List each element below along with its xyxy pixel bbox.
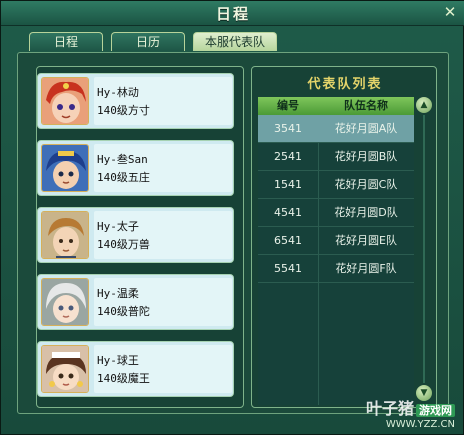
schedule-window: 日程 ✕ 日程 日历 本服代表队 Hy-林动 140级方寸 Hy-叁San 14… — [0, 0, 464, 435]
content-panel: Hy-林动 140级方寸 Hy-叁San 140级五庄 Hy-太子 140级万兽… — [17, 52, 449, 414]
member-avatar — [41, 278, 89, 326]
window-title: 日程 — [215, 5, 250, 23]
team-id: 2541 — [274, 150, 302, 163]
member-avatar — [41, 211, 89, 259]
team-list-header: 编号 队伍名称 — [258, 97, 414, 115]
member-avatar — [41, 77, 89, 125]
team-id: 6541 — [274, 234, 302, 247]
team-name: 花好月圆C队 — [334, 178, 398, 191]
title-bar: 日程 ✕ — [1, 1, 464, 26]
tab-schedule[interactable]: 日程 — [29, 32, 103, 51]
member-level: 140级普陀 — [97, 305, 150, 318]
member-level: 140级五庄 — [97, 171, 150, 184]
member-name: Hy-林动 — [97, 86, 139, 99]
column-header-name[interactable]: 队伍名称 — [318, 97, 414, 115]
close-icon[interactable]: ✕ — [442, 4, 458, 20]
column-header-id[interactable]: 编号 — [258, 97, 318, 115]
member-card[interactable]: Hy-球王 140级魔王 — [37, 341, 234, 397]
member-avatar — [41, 144, 89, 192]
member-level: 140级方寸 — [97, 104, 150, 117]
team-name: 花好月圆B队 — [334, 150, 398, 163]
tab-server-team[interactable]: 本服代表队 — [193, 32, 277, 51]
table-row[interactable]: 2541 花好月圆B队 — [258, 143, 414, 171]
team-list-panel: 代表队列表 编号 队伍名称 3541 花好月圆A队 2541 花好月圆B队 15… — [251, 66, 437, 408]
team-name: 花好月圆A队 — [334, 122, 398, 135]
table-row[interactable]: 5541 花好月圆F队 — [258, 255, 414, 283]
member-name: Hy-叁San — [97, 153, 148, 166]
team-list-body: 3541 花好月圆A队 2541 花好月圆B队 1541 花好月圆C队 4541… — [258, 115, 414, 405]
team-name: 花好月圆D队 — [334, 206, 398, 219]
team-id: 4541 — [274, 206, 302, 219]
scroll-track[interactable] — [423, 115, 425, 383]
table-row[interactable]: 3541 花好月圆A队 — [258, 115, 414, 143]
team-name: 花好月圆F队 — [335, 262, 397, 275]
member-card[interactable]: Hy-林动 140级方寸 — [37, 73, 234, 129]
table-row[interactable]: 4541 花好月圆D队 — [258, 199, 414, 227]
member-card[interactable]: Hy-温柔 140级普陀 — [37, 274, 234, 330]
member-card[interactable]: Hy-太子 140级万兽 — [37, 207, 234, 263]
team-id: 3541 — [274, 122, 302, 135]
watermark-logo: 叶子猪 游戏网 WWW.YZZ.CN — [365, 399, 455, 430]
member-name: Hy-球王 — [97, 354, 139, 367]
table-row[interactable]: 1541 花好月圆C队 — [258, 171, 414, 199]
team-name: 花好月圆E队 — [335, 234, 397, 247]
member-card[interactable]: Hy-叁San 140级五庄 — [37, 140, 234, 196]
table-row[interactable]: 6541 花好月圆E队 — [258, 227, 414, 255]
team-list-scrollbar[interactable]: ▲ ▼ — [416, 97, 432, 402]
member-level: 140级万兽 — [97, 238, 150, 251]
member-name: Hy-太子 — [97, 220, 139, 233]
team-list-title: 代表队列表 — [307, 77, 383, 92]
member-name: Hy-温柔 — [97, 287, 139, 300]
team-id: 5541 — [274, 262, 302, 275]
member-avatar — [41, 345, 89, 393]
member-level: 140级魔王 — [97, 372, 150, 385]
tab-calendar[interactable]: 日历 — [111, 32, 185, 51]
scroll-up-icon[interactable]: ▲ — [416, 97, 432, 113]
team-id: 1541 — [274, 178, 302, 191]
